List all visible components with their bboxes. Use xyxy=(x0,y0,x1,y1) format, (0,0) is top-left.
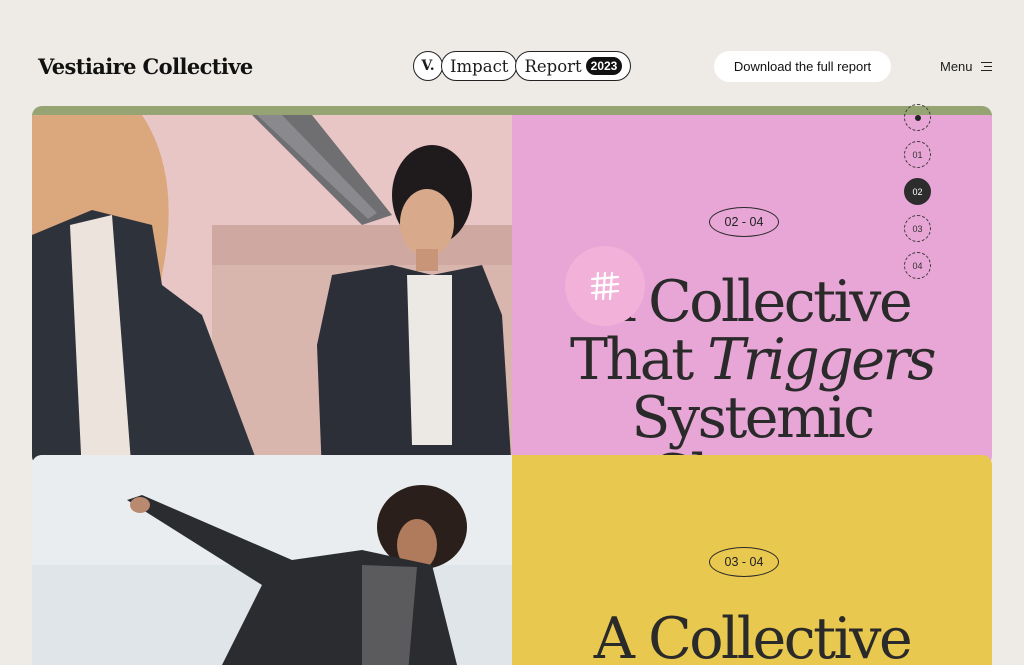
photo-illustration xyxy=(32,115,512,466)
nav-dot-top[interactable] xyxy=(904,104,931,131)
v-monogram-icon: V. xyxy=(413,51,443,81)
nav-dot-02[interactable]: 02 xyxy=(904,178,931,205)
impact-report-badge[interactable]: V. Impact Report 2023 xyxy=(413,51,632,81)
impact-word: Impact xyxy=(441,51,518,81)
brand-logo[interactable]: Vestiaire Collective xyxy=(38,54,253,79)
download-report-button[interactable]: Download the full report xyxy=(714,51,891,82)
step-indicator-2: 03 - 04 xyxy=(709,547,779,577)
nav-dot-01[interactable]: 01 xyxy=(904,141,931,168)
headline2-line-1: A Collective xyxy=(593,606,913,665)
menu-button[interactable]: Menu xyxy=(940,59,992,74)
headline-line-2: That Triggers xyxy=(512,331,992,389)
photo-illustration-2 xyxy=(32,455,512,665)
report-label: Report xyxy=(524,56,582,76)
nav-dot-03[interactable]: 03 xyxy=(904,215,931,242)
menu-label: Menu xyxy=(940,59,973,74)
grid-icon xyxy=(590,271,620,301)
impact-label: Impact xyxy=(450,56,509,76)
editorial-photo-model-jumping xyxy=(32,455,512,665)
grid-pattern-badge xyxy=(565,246,645,326)
section-card-collective-change: 02 - 04 A Collective That Triggers Syste… xyxy=(32,106,992,466)
editorial-photo-two-models xyxy=(32,115,512,466)
headline-triggers: Triggers xyxy=(707,327,936,393)
headline-that: That xyxy=(570,327,708,393)
report-word: Report 2023 xyxy=(515,51,632,81)
headline-line-3: Systemic xyxy=(631,385,875,451)
dot-marker-icon xyxy=(914,114,921,121)
nav-dot-04[interactable]: 04 xyxy=(904,252,931,279)
step-indicator: 02 - 04 xyxy=(709,207,779,237)
headline-panel-yellow: 03 - 04 A Collective xyxy=(512,455,992,665)
year-badge: 2023 xyxy=(585,57,623,75)
hamburger-icon xyxy=(980,62,992,71)
section-card-collective-next: 03 - 04 A Collective xyxy=(32,455,992,665)
section-dot-nav: 01 02 03 04 xyxy=(904,104,931,279)
section-headline-2: A Collective xyxy=(512,610,992,665)
